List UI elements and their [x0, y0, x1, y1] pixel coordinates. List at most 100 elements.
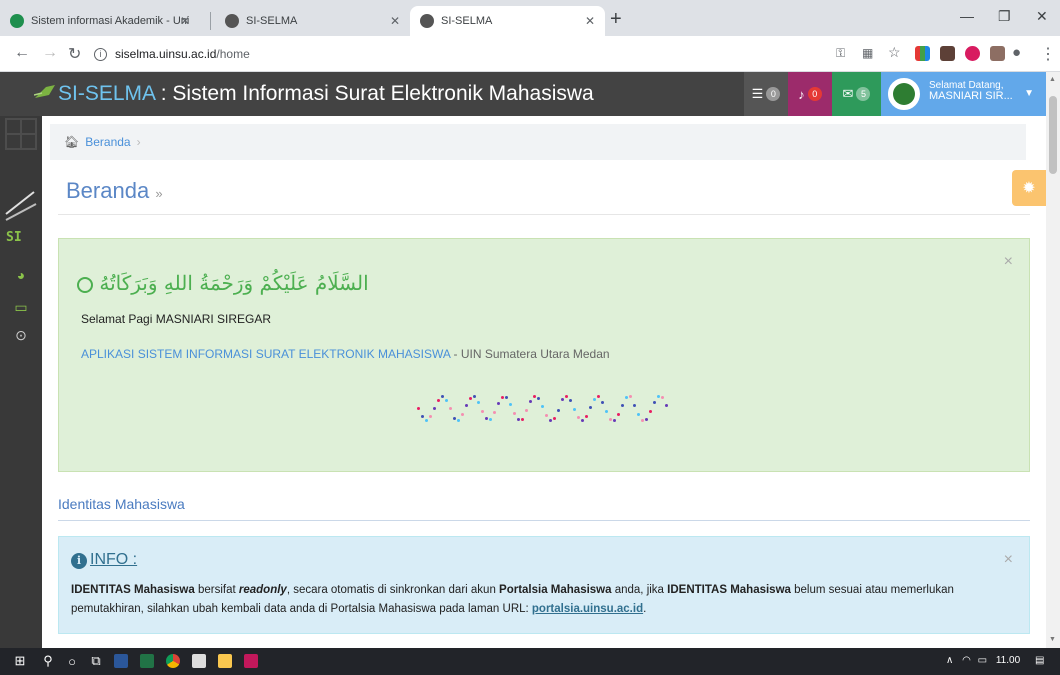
messages-badge: 5 [856, 87, 871, 101]
welcome-alert: × السَّلَامُ عَلَيْكُمْ وَرَحْمَةُ اللهِ… [58, 238, 1030, 472]
page-title-text: Beranda [66, 178, 150, 203]
close-icon[interactable]: ✕ [585, 14, 595, 28]
grid-icon[interactable] [5, 118, 37, 150]
extension-icon[interactable] [915, 46, 930, 61]
key-icon[interactable]: ⚿ [836, 46, 845, 61]
clock[interactable]: 11.00 [996, 655, 1020, 666]
back-icon[interactable]: ← [14, 44, 30, 62]
chevron-up-icon[interactable]: ∧ [946, 655, 953, 666]
new-tab-button[interactable]: + [610, 8, 622, 31]
page-scrollbar[interactable]: ▲ ▼ [1046, 72, 1060, 648]
tab-title: Sistem informasi Akademik - Uni [31, 15, 190, 27]
cortana-icon[interactable]: ○ [64, 653, 80, 669]
url-host: siselma.uinsu.ac.id [115, 47, 217, 61]
file-explorer-icon[interactable] [218, 654, 232, 668]
browser-tab-akademik[interactable]: Sistem informasi Akademik - Uni ✕ [0, 6, 200, 36]
ornament-dot [581, 418, 584, 422]
ornament-dot [417, 407, 420, 410]
globe-icon [225, 14, 239, 28]
window-close-icon[interactable]: ✕ [1036, 8, 1048, 25]
info-portalsia: Portalsia Mahasiswa [499, 584, 612, 596]
user-menu-button[interactable]: Selamat Datang, MASNIARI SIR... ▼ [881, 72, 1046, 116]
app-name-link[interactable]: APLIKASI SISTEM INFORMASI SURAT ELEKTRON… [81, 347, 450, 361]
wifi-icon[interactable]: ◠ [962, 655, 971, 666]
extension-icon[interactable] [965, 46, 980, 61]
ornament-dot [649, 410, 652, 414]
battery-icon[interactable]: ▭ [978, 655, 987, 666]
info-readonly: readonly [238, 584, 287, 596]
url-path: /home [216, 47, 250, 61]
notification-center-icon[interactable]: ▤ [1035, 655, 1044, 666]
ornament-dot [545, 414, 548, 418]
mail-icon[interactable] [192, 654, 206, 668]
star-icon[interactable]: ☆ [888, 44, 901, 61]
search-icon[interactable]: ⚲ [40, 653, 56, 669]
tab-title: SI-SELMA [246, 15, 298, 27]
translate-icon[interactable]: ▦ [862, 46, 873, 60]
avatar [888, 78, 920, 110]
ornament-dot [481, 409, 484, 413]
minimize-icon[interactable]: — [960, 8, 974, 24]
messages-button[interactable]: ✉ 5 [832, 72, 881, 116]
info-icon[interactable]: i [94, 47, 107, 61]
sidebar-item-dashboard[interactable]: ◕ [0, 262, 42, 288]
extension-icon[interactable] [990, 46, 1005, 61]
ornament-dot [505, 396, 508, 400]
chrome-icon[interactable] [166, 654, 180, 668]
ornament-dot [601, 401, 604, 405]
app-title[interactable]: SI-SELMA : Sistem Informasi Surat Elektr… [58, 82, 594, 106]
ornament-dot [525, 408, 528, 412]
word-icon[interactable] [114, 654, 128, 668]
notifications-button[interactable]: ♪ 0 [788, 72, 832, 116]
ornament-dot [477, 400, 480, 404]
info-heading: i INFO : [71, 551, 137, 569]
app-icon[interactable] [244, 654, 258, 668]
sidebar-item-monitor[interactable]: ▭ [0, 294, 42, 320]
browser-toolbar: ← → ↻ i siselma.uinsu.ac.id/home ⚿ ▦ ☆ ●… [0, 36, 1060, 72]
close-icon[interactable]: × [1004, 253, 1013, 271]
restore-icon[interactable]: ❐ [998, 8, 1011, 25]
main-content: 🏠︎ Beranda › Beranda » ✹ × السَّلَامُ عَ… [42, 116, 1046, 648]
extension-icon[interactable] [940, 46, 955, 61]
list-icon: ☰ [751, 86, 764, 101]
ornament-dot [565, 395, 568, 399]
ornament-dot [537, 397, 540, 401]
close-icon[interactable]: ✕ [180, 14, 190, 28]
tasks-button[interactable]: ☰ 0 [744, 72, 788, 116]
ornament-dot [625, 396, 628, 400]
ornament-dot [493, 411, 496, 415]
browser-tab-siselma[interactable]: SI-SELMA ✕ [215, 6, 410, 36]
collapse-sidebar-icon[interactable]: ⊙ [0, 322, 42, 348]
ornament-dot [433, 407, 436, 410]
reload-icon[interactable]: ↻ [68, 44, 81, 64]
breadcrumb-home-link[interactable]: Beranda [85, 135, 130, 149]
sidebar-logo-icon: SI [5, 191, 37, 245]
close-icon[interactable]: ✕ [390, 14, 400, 28]
scroll-down-icon[interactable]: ▼ [1049, 636, 1056, 643]
browser-tab-siselma-active[interactable]: SI-SELMA ✕ [410, 6, 605, 36]
portalsia-link[interactable]: portalsia.uinsu.ac.id [532, 603, 643, 615]
browser-tab-strip: Sistem informasi Akademik - Uni ✕ SI-SEL… [0, 0, 1060, 36]
excel-icon[interactable] [140, 654, 154, 668]
close-icon[interactable]: × [1004, 551, 1013, 569]
info-identitas-2: IDENTITAS Mahasiswa [667, 584, 791, 596]
ornament-dot [585, 414, 588, 418]
windows-start-icon[interactable]: ⊞ [12, 653, 28, 669]
decorative-dots [417, 387, 677, 427]
ornament-dot [557, 408, 560, 412]
divider [58, 520, 1030, 521]
scroll-up-icon[interactable]: ▲ [1049, 76, 1056, 83]
scroll-thumb[interactable] [1049, 96, 1057, 174]
ornament-dot [641, 418, 644, 422]
ornament-dot [573, 407, 576, 411]
address-bar[interactable]: i siselma.uinsu.ac.id/home [94, 41, 824, 67]
task-view-icon[interactable]: ⧉ [88, 653, 104, 669]
ornament-dot [521, 417, 524, 421]
settings-gear-button[interactable]: ✹ [1012, 170, 1046, 206]
profile-icon[interactable]: ● [1012, 44, 1021, 61]
bell-icon: ♪ [798, 86, 805, 102]
ornament-dot [497, 402, 500, 405]
ornament-dot [609, 417, 612, 421]
forward-icon[interactable]: → [42, 44, 58, 62]
menu-icon[interactable]: ⋮ [1040, 44, 1056, 64]
